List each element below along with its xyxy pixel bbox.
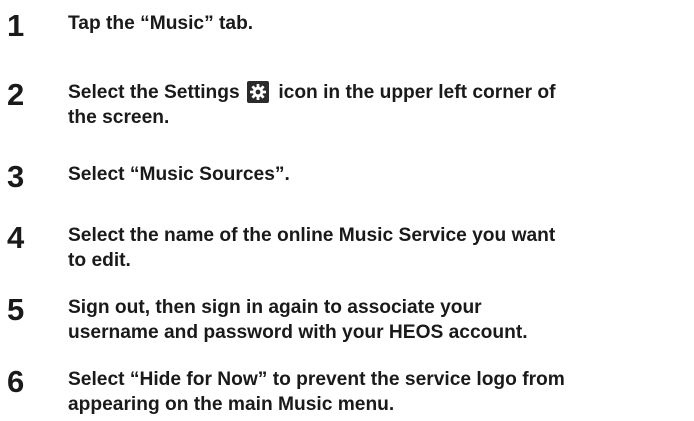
step-line: Select “Music Sources”. [68, 164, 290, 185]
step-line: the screen. [68, 107, 170, 128]
gear-icon [247, 81, 269, 103]
step-line: Select the name of the online Music Serv… [68, 225, 556, 246]
step-number: 6 [7, 364, 25, 399]
step-text: Select “Music Sources”. [68, 162, 690, 187]
step-line: Select the Settings icon in the upper le… [68, 81, 556, 103]
step-text: Select “Hide for Now” to prevent the ser… [68, 367, 690, 417]
step-text: Tap the “Music” tab. [68, 11, 690, 36]
step-line: Sign out, then sign in again to associat… [68, 297, 482, 318]
step-text: Select the Settings icon in the upper le… [68, 80, 690, 130]
step-line: appearing on the main Music menu. [68, 394, 395, 415]
step-text: Sign out, then sign in again to associat… [68, 295, 690, 345]
step-number: 4 [7, 220, 25, 255]
step-number: 3 [7, 159, 25, 194]
step-number: 5 [7, 292, 25, 327]
step-number: 1 [7, 8, 25, 43]
instruction-steps: 1 Tap the “Music” tab. 2 Select the Sett… [0, 0, 694, 421]
step-line: username and password with your HEOS acc… [68, 322, 528, 343]
step-line: Select “Hide for Now” to prevent the ser… [68, 369, 565, 390]
step-number: 2 [7, 77, 25, 112]
step-line: Tap the “Music” tab. [68, 13, 254, 34]
step-text: Select the name of the online Music Serv… [68, 223, 690, 273]
step-line: to edit. [68, 250, 131, 271]
